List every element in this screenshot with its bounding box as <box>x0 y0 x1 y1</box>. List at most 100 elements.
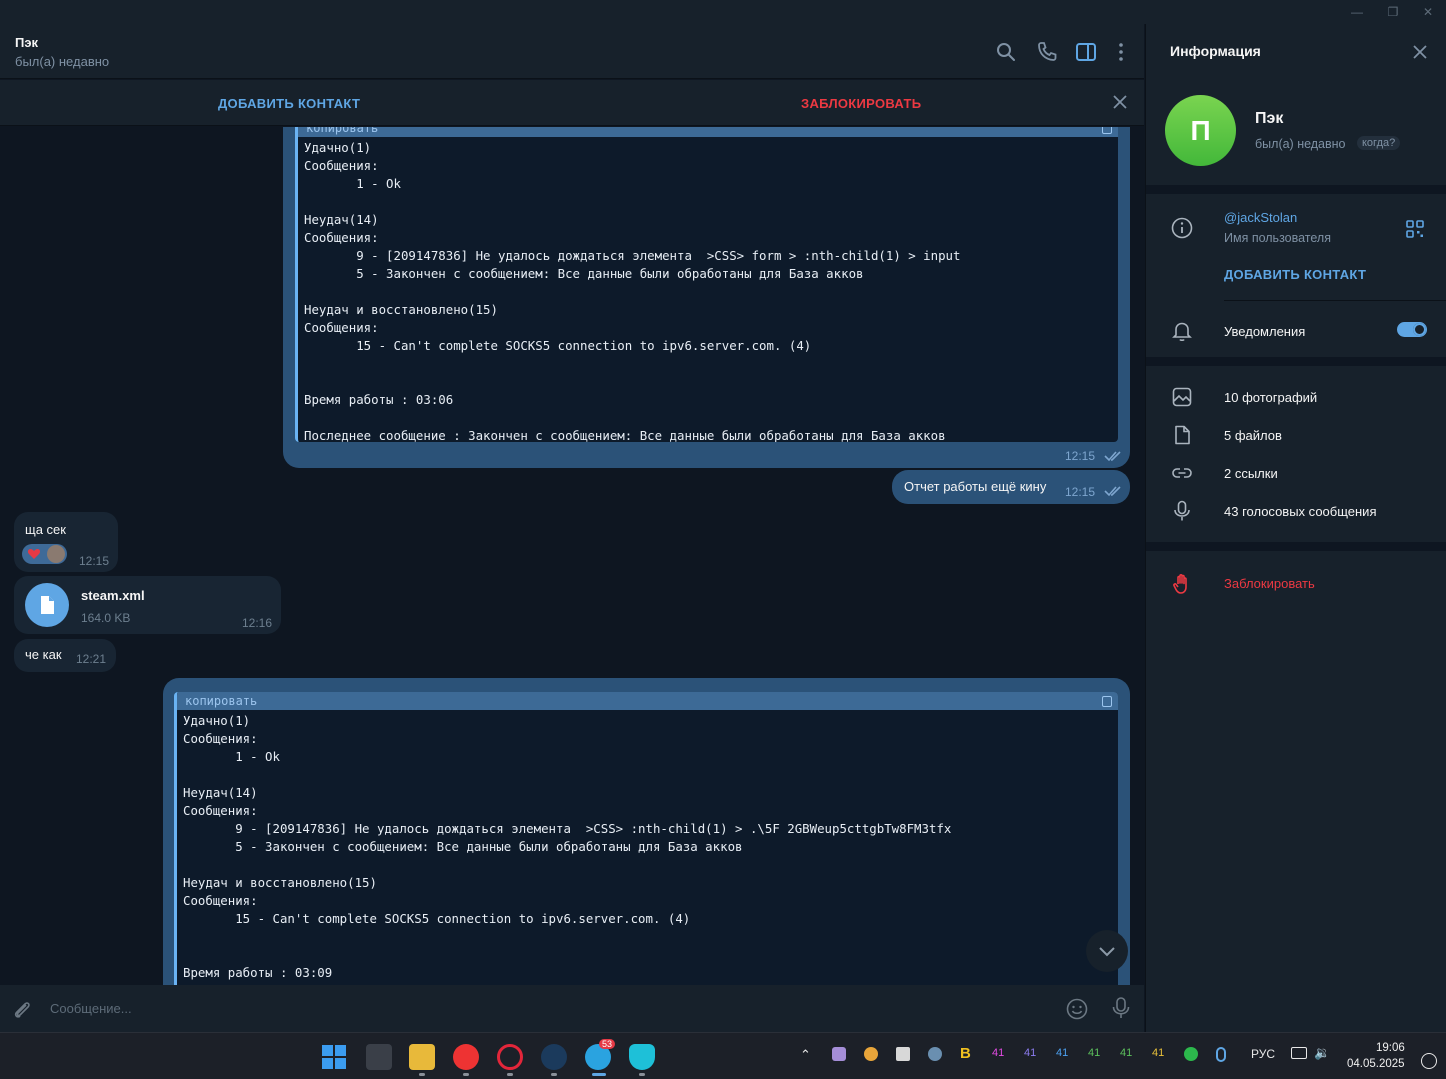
file-icon <box>1175 425 1190 445</box>
emoji-icon[interactable] <box>1065 997 1089 1021</box>
add-contact-button[interactable]: ДОБАВИТЬ КОНТАКТ <box>218 96 360 111</box>
photo-icon <box>1172 387 1192 407</box>
chevron-down-icon <box>1099 947 1115 957</box>
message-text: ща сек <box>25 522 66 537</box>
restore-button[interactable]: ❐ <box>1383 3 1403 21</box>
notifications-label[interactable]: Уведомления <box>1224 324 1305 339</box>
steam-icon[interactable] <box>541 1044 567 1070</box>
attach-icon[interactable] <box>11 999 33 1021</box>
window-titlebar: — ❐ ✕ <box>0 0 1446 24</box>
chat-title[interactable]: Пэк <box>15 35 38 50</box>
message-time: 12:15 <box>1065 485 1096 499</box>
scroll-down-button[interactable] <box>1086 930 1128 972</box>
file-name[interactable]: steam.xml <box>81 588 145 603</box>
tray-telegram-icon[interactable] <box>896 1047 910 1061</box>
phone-icon[interactable] <box>1035 40 1059 64</box>
language-indicator[interactable]: РУС <box>1251 1047 1275 1061</box>
message-time: 12:21 <box>76 652 107 666</box>
close-icon[interactable] <box>1110 92 1130 112</box>
clock-time[interactable]: 19:06 <box>1376 1042 1405 1054</box>
profile-status: был(а) недавно <box>1255 137 1346 151</box>
running-indicator <box>507 1073 513 1076</box>
divider <box>1146 357 1446 366</box>
minimize-button[interactable]: — <box>1347 3 1367 21</box>
media-photos[interactable]: 10 фотографий <box>1224 390 1317 405</box>
link-icon <box>1172 468 1192 478</box>
network-icon[interactable] <box>1291 1047 1307 1059</box>
username-link[interactable]: @jackStolan <box>1224 210 1297 225</box>
taskbar: 53 ⌃ B 41 41 41 41 41 41 РУС 🔉 19:06 04.… <box>0 1032 1446 1079</box>
copy-code-label: копировать <box>185 694 258 708</box>
code-text: Удачно(1) Сообщения: 1 - Ok Неудач(14) С… <box>304 140 961 442</box>
copy-code-header[interactable]: копировать <box>177 692 1118 710</box>
divider <box>1146 542 1446 551</box>
code-text: Удачно(1) Сообщения: 1 - Ok Неудач(14) С… <box>183 713 952 980</box>
tray-counter[interactable]: 41 <box>1120 1047 1132 1059</box>
message-time: 12:15 <box>79 554 110 568</box>
clock-date[interactable]: 04.05.2025 <box>1347 1058 1405 1070</box>
chat-status: был(а) недавно <box>15 54 110 69</box>
copy-icon <box>1102 127 1112 134</box>
code-block[interactable]: копировать Удачно(1) Сообщения: 1 - Ok Н… <box>174 692 1118 985</box>
yandex-browser-icon[interactable] <box>453 1044 479 1070</box>
running-indicator <box>419 1073 425 1076</box>
more-icon[interactable] <box>1109 40 1133 64</box>
unread-badge: 53 <box>599 1039 616 1049</box>
tray-kaspersky-icon[interactable] <box>1184 1047 1198 1061</box>
message-input[interactable]: Сообщение... <box>50 1001 132 1016</box>
avatar[interactable]: П <box>1165 95 1236 166</box>
message-list[interactable]: копировать Удачно(1) Сообщения: 1 - Ok Н… <box>0 127 1144 985</box>
tray-counter[interactable]: 41 <box>1152 1047 1164 1059</box>
last-seen-when-button[interactable]: когда? <box>1357 136 1401 150</box>
notification-center-icon[interactable] <box>1421 1053 1437 1069</box>
tray-counter[interactable]: 41 <box>1056 1047 1068 1059</box>
mic-icon[interactable] <box>1110 996 1132 1020</box>
divider <box>1146 185 1446 194</box>
add-contact-link[interactable]: ДОБАВИТЬ КОНТАКТ <box>1224 267 1366 282</box>
running-indicator <box>639 1073 645 1076</box>
reactor-avatar <box>47 545 65 563</box>
block-user-button[interactable]: Заблокировать <box>1224 576 1315 591</box>
info-panel: Информация П Пэк был(а) недавно когда? @… <box>1145 24 1446 1032</box>
start-button[interactable] <box>321 1044 347 1070</box>
tray-counter[interactable]: 41 <box>1024 1047 1036 1059</box>
media-voice[interactable]: 43 голосовых сообщения <box>1224 504 1376 519</box>
tray-b-icon[interactable]: B <box>960 1045 971 1062</box>
task-view-icon[interactable] <box>366 1044 392 1070</box>
copy-code-header[interactable]: копировать <box>298 127 1118 137</box>
tray-steam-icon[interactable] <box>928 1047 942 1061</box>
close-window-button[interactable]: ✕ <box>1418 3 1438 21</box>
block-hand-icon <box>1173 574 1187 594</box>
volume-icon[interactable]: 🔉 <box>1314 1045 1330 1061</box>
username-caption: Имя пользователя <box>1224 231 1331 245</box>
tray-counter[interactable]: 41 <box>1088 1047 1100 1059</box>
tray-app-icon[interactable] <box>832 1047 846 1061</box>
message-text: че как <box>25 647 62 662</box>
media-files[interactable]: 5 файлов <box>1224 428 1282 443</box>
opera-icon[interactable] <box>497 1044 523 1070</box>
chat-header[interactable]: Пэк был(а) недавно <box>0 24 1144 79</box>
sidebar-toggle-icon[interactable] <box>1074 40 1098 64</box>
notifications-toggle[interactable] <box>1397 322 1427 337</box>
reaction-chip[interactable] <box>22 544 67 564</box>
block-button[interactable]: ЗАБЛОКИРОВАТЬ <box>801 96 921 111</box>
code-block[interactable]: копировать Удачно(1) Сообщения: 1 - Ok Н… <box>295 127 1118 442</box>
active-indicator <box>592 1073 606 1076</box>
panel-title: Информация <box>1170 43 1261 59</box>
tray-overflow-chevron-icon[interactable]: ⌃ <box>800 1047 811 1063</box>
tray-mic-icon[interactable] <box>1216 1047 1226 1062</box>
tray-counter[interactable]: 41 <box>992 1047 1004 1059</box>
close-icon[interactable] <box>1410 42 1430 62</box>
tray-app-icon[interactable] <box>864 1047 878 1061</box>
telegram-icon[interactable]: 53 <box>585 1039 616 1070</box>
running-indicator <box>463 1073 469 1076</box>
file-explorer-icon[interactable] <box>409 1044 435 1070</box>
media-links[interactable]: 2 ссылки <box>1224 466 1278 481</box>
file-download-icon[interactable] <box>25 583 69 627</box>
vpn-shield-icon[interactable] <box>629 1044 655 1070</box>
qr-code-icon[interactable] <box>1406 220 1424 238</box>
message-time: 12:16 <box>242 616 273 630</box>
search-icon[interactable] <box>994 40 1018 64</box>
info-icon <box>1171 217 1193 239</box>
running-indicator <box>551 1073 557 1076</box>
